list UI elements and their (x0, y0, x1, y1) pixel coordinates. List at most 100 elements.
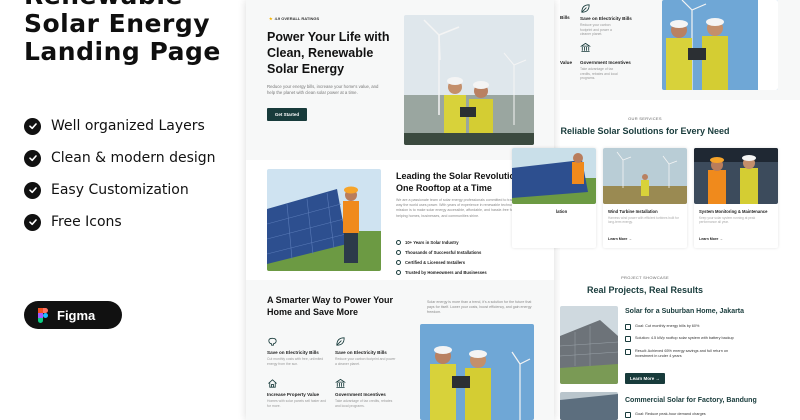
feature-label: Easy Customization (51, 182, 189, 198)
government-building-icon (335, 378, 346, 389)
benefit-desc: Cut monthly costs with free, unlimited e… (267, 357, 324, 366)
rating-badge: ★ 4.9 OVERALL RATINGS (269, 16, 319, 21)
arrow-right-icon: → (719, 237, 723, 241)
services-eyebrow: OUR SERVICES (628, 116, 662, 121)
about-photo-solar-panels-worker (267, 169, 381, 271)
project-title: Solar for a Suburban Home, Jakarta (625, 308, 745, 315)
project-learn-more-button[interactable]: Learn More → (625, 373, 665, 384)
target-icon (625, 412, 631, 418)
project-solution: Solution: 4.5 kWp rooftop solar system w… (625, 336, 745, 342)
feature-item: Well organized Layers (24, 110, 216, 142)
benefits-continued: Bills Value Save on Electricity Bills Re… (560, 0, 800, 100)
benefit-desc: Reduce your carbon footprint and power a… (335, 357, 396, 366)
piggy-bank-icon (268, 337, 277, 346)
leaf-icon (336, 337, 345, 346)
benefit-card: Increase Property Value Homes with solar… (267, 378, 329, 408)
about-point-label: Trusted by Homeowners and Businesses (405, 269, 487, 275)
service-desc: Harness wind power with efficient turbin… (608, 216, 679, 225)
learn-more-link[interactable]: Learn More → (608, 237, 632, 241)
about-point-label: 10+ Years in Solar Industry (405, 239, 459, 245)
projects-title: Real Projects, Real Results (586, 285, 704, 295)
house-icon (268, 379, 277, 388)
project-line-text: Result: Achieved 65% energy savings and … (635, 349, 729, 358)
benefit-title: Save on Electricity Bills (580, 16, 632, 21)
feature-list: Well organized Layers Clean & modern des… (24, 110, 216, 238)
benefit-card: Government Incentives Take advantage of … (335, 378, 397, 408)
service-card[interactable]: Wind Turbine Installation Harness wind p… (603, 148, 687, 248)
learn-more-label: Learn More (699, 237, 719, 241)
benefit-desc: Take advantage of tax credits, rebates a… (580, 67, 618, 81)
figma-badge[interactable]: Figma (24, 301, 122, 329)
star-icon: ★ (269, 16, 273, 21)
services-title: Reliable Solar Solutions for Every Need (560, 126, 730, 136)
chart-icon (625, 349, 631, 355)
about-point: 10+ Years in Solar Industry (396, 237, 487, 247)
check-circle-icon (396, 259, 401, 265)
benefit-desc: Homes with solar panels sell faster and … (267, 399, 326, 408)
hero-title: Power Your Life with Clean, Renewable So… (267, 30, 390, 76)
learn-more-label: Learn More (608, 237, 628, 241)
government-building-icon (580, 42, 591, 53)
project-line-text: Goal: Cut monthly energy bills by 60% (635, 324, 700, 328)
feature-label: Free Icons (51, 214, 122, 230)
target-icon (625, 324, 631, 330)
learn-more-label: Learn More (629, 376, 655, 381)
check-icon (24, 213, 41, 231)
about-point-label: Thousands of Successful Installations (405, 249, 482, 255)
about-point: Certified & Licensed Installers (396, 257, 487, 267)
project-title: Commercial Solar for Factory, Bandung (625, 397, 757, 404)
feature-item: Clean & modern design (24, 142, 216, 174)
check-icon (24, 181, 41, 199)
hero-section: ★ 4.9 OVERALL RATINGS Power Your Life wit… (246, 0, 554, 160)
learn-more-link[interactable]: Learn More → (699, 237, 723, 241)
benefit-title: Government Incentives (335, 392, 386, 397)
leaf-icon (581, 4, 590, 13)
service-title: lation (556, 209, 568, 214)
project-photo-factory (560, 392, 618, 420)
service-card[interactable]: System Monitoring & Maintenance Keep you… (694, 148, 778, 248)
check-icon (24, 149, 41, 167)
engineers-photo (662, 0, 778, 90)
hero-photo-engineers-wind-turbine (404, 15, 534, 145)
landing-mockup-main: ★ 4.9 OVERALL RATINGS Power Your Life wit… (246, 0, 554, 420)
check-circle-icon (396, 249, 401, 255)
benefits-section: A Smarter Way to Power Your Home and Sav… (246, 280, 554, 420)
project-result: Result: Achieved 65% energy savings and … (625, 349, 745, 359)
benefits-title: A Smarter Way to Power Your Home and Sav… (267, 295, 394, 317)
project-goal: Goal: Cut monthly energy bills by 60% (625, 324, 745, 330)
benefit-desc: Take advantage of tax credits, rebates a… (335, 399, 393, 408)
service-title: System Monitoring & Maintenance (699, 209, 768, 214)
bills-fragment: Bills (560, 15, 570, 20)
benefit-title: Save on Electricity Bills (335, 350, 387, 355)
benefits-paragraph: Solar energy is more than a trend, it's … (427, 300, 532, 314)
check-circle-icon (396, 269, 401, 275)
benefit-title: Save on Electricity Bills (267, 350, 319, 355)
benefit-desc: Reduce your carbon footprint and power a… (580, 23, 612, 37)
about-point: Thousands of Successful Installations (396, 247, 487, 257)
figma-logo-icon (38, 307, 48, 323)
benefit-card: Save on Electricity Bills Cut monthly co… (267, 336, 329, 366)
project-goal: Goal: Reduce peak-hour demand charges (625, 412, 745, 418)
about-points: 10+ Years in Solar Industry Thousands of… (396, 237, 487, 277)
service-photo (512, 148, 596, 204)
about-section: Leading the Solar Revolution, One Roofto… (246, 160, 554, 280)
service-card[interactable]: lation (512, 148, 596, 248)
projects-eyebrow: PROJECT SHOWCASE (621, 275, 669, 280)
get-started-button[interactable]: Get Started (267, 108, 307, 121)
project-line-text: Solution: 4.5 kWp rooftop solar system w… (635, 336, 734, 340)
feature-item: Free Icons (24, 206, 216, 238)
bolt-icon (625, 336, 631, 342)
service-photo (603, 148, 687, 204)
arrow-right-icon: → (628, 237, 632, 241)
rating-text: 4.9 OVERALL RATINGS (274, 16, 320, 21)
project-line-text: Goal: Reduce peak-hour demand charges (635, 412, 706, 416)
benefits-photo-engineers (420, 324, 534, 420)
benefit-title: Increase Property Value (267, 392, 320, 397)
benefit-card: Save on Electricity Bills Reduce your ca… (335, 336, 397, 366)
benefit-title: Government Incentives (580, 60, 631, 65)
about-point: Trusted by Homeowners and Businesses (396, 267, 487, 277)
feature-item: Easy Customization (24, 174, 216, 206)
landing-mockup-secondary: Bills Value Save on Electricity Bills Re… (512, 0, 800, 420)
hero-subtitle: Reduce your energy bills, increase your … (267, 84, 379, 95)
check-icon (24, 117, 41, 135)
